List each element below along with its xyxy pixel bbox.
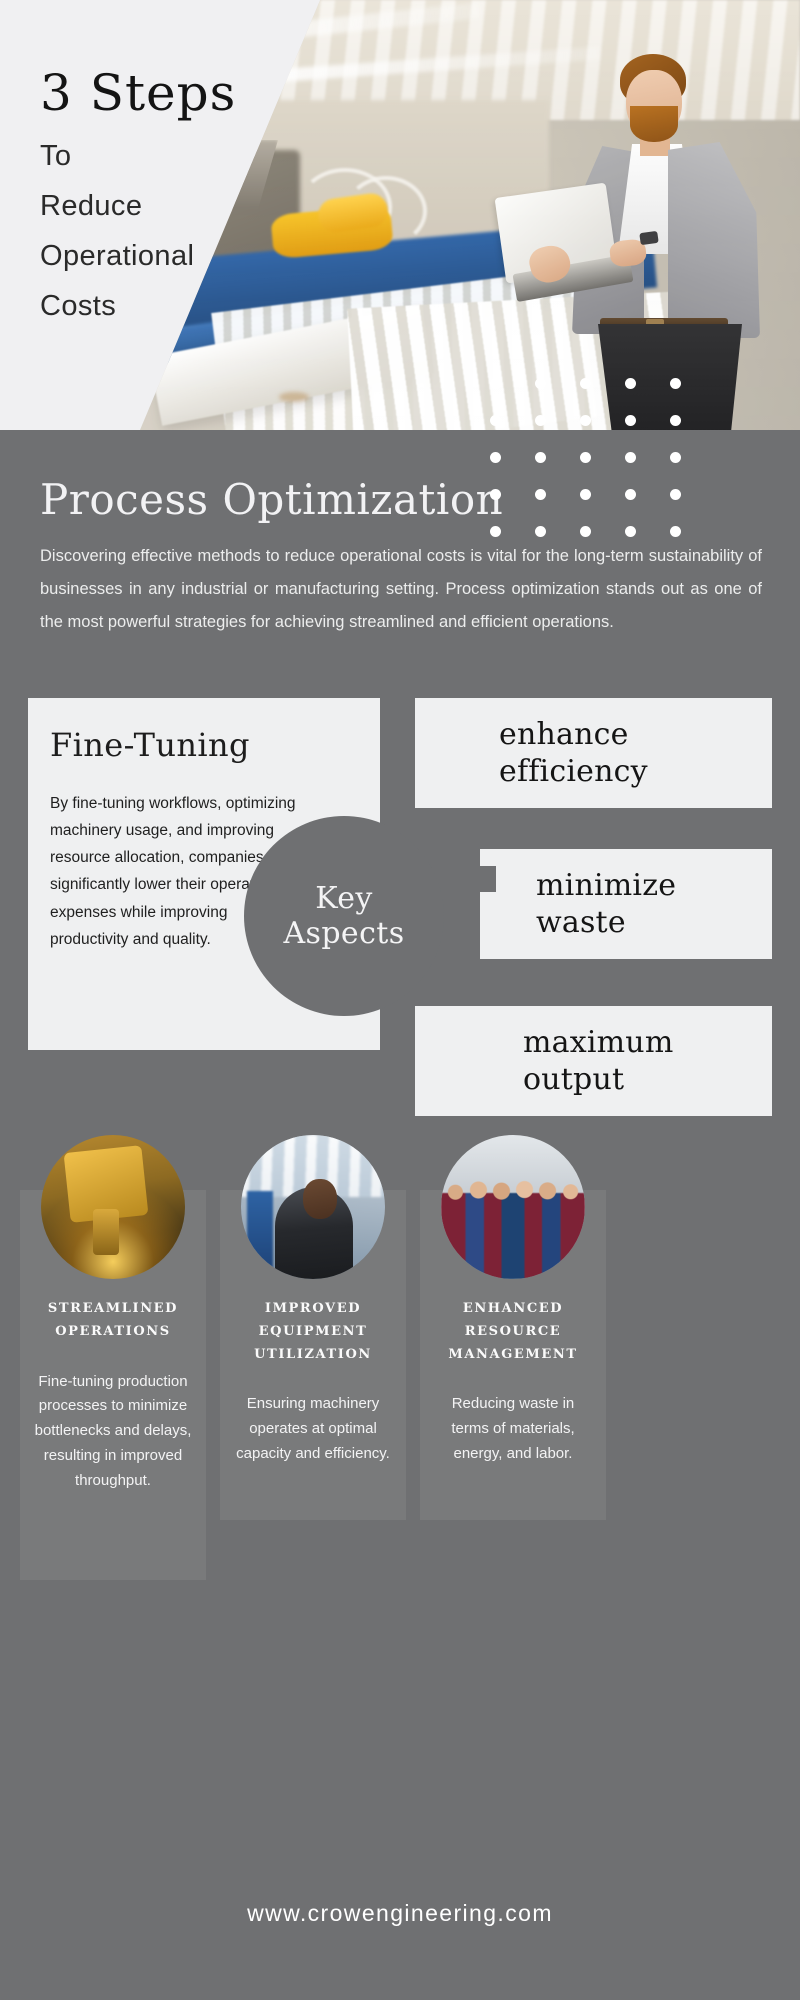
dot: [670, 378, 681, 389]
feature-title-line-2: RESOURCE: [464, 1323, 562, 1339]
dot: [670, 489, 681, 500]
dot: [670, 452, 681, 463]
feature-title: ENHANCED RESOURCE MANAGEMENT: [430, 1298, 596, 1366]
dot: [580, 378, 591, 389]
aspect-card-maximum-output: maximum output: [415, 1006, 772, 1116]
dot: [670, 526, 681, 537]
feature-card-improved-equipment-utilization: IMPROVED EQUIPMENT UTILIZATION Ensuring …: [220, 1135, 406, 1520]
dot: [490, 378, 501, 389]
main-content-section: Process Optimization Discovering effecti…: [0, 430, 800, 2000]
aspect-label: minimize waste: [480, 867, 676, 942]
feature-title: STREAMLINED OPERATIONS: [30, 1298, 196, 1344]
feature-title-line-1: STREAMLINED: [47, 1301, 179, 1316]
connector-vertical: [386, 638, 414, 848]
hero-subtitle: To Reduce Operational Costs: [40, 132, 300, 332]
footer-website-url[interactable]: www.crowengineering.com: [0, 1900, 800, 1927]
dot: [625, 415, 636, 426]
team-group-photo: [441, 1135, 585, 1279]
engineer-workshop-photo: [241, 1135, 385, 1279]
hero-title-block: 3 Steps To Reduce Operational Costs: [40, 68, 300, 332]
aspect-line-2: efficiency: [499, 754, 648, 789]
hero-subtitle-line-1: To: [40, 140, 72, 172]
dot: [535, 415, 546, 426]
key-aspects-circle: Key Aspects: [244, 816, 444, 1016]
workshop-person-head: [303, 1179, 337, 1219]
key-aspects-line-2: Aspects: [283, 916, 405, 951]
aspect-card-enhance-efficiency: enhance efficiency: [415, 698, 772, 808]
feature-title-line-3: UTILIZATION: [254, 1346, 372, 1362]
page-title: 3 Steps: [40, 64, 237, 122]
dot: [535, 378, 546, 389]
dot: [490, 452, 501, 463]
feature-title-line-2: EQUIPMENT: [258, 1323, 368, 1339]
decorative-dots-lower: [490, 452, 715, 563]
feature-title-line-3: MANAGEMENT: [448, 1346, 578, 1362]
feature-text: Fine-tuning production processes to mini…: [34, 1372, 192, 1489]
dot: [580, 526, 591, 537]
feature-title-line-2: OPERATIONS: [55, 1323, 171, 1339]
section-title: Process Optimization: [40, 475, 504, 524]
feature-cards-row: STREAMLINED OPERATIONS Fine-tuning produ…: [0, 1130, 800, 1910]
aspect-line-1: minimize: [536, 867, 677, 903]
laser-cutting-photo: [41, 1135, 185, 1279]
feature-text: Ensuring machinery operates at optimal c…: [236, 1395, 390, 1462]
hero-subtitle-line-4: Costs: [40, 289, 117, 322]
dot: [625, 378, 636, 389]
feature-text: Reducing waste in terms of materials, en…: [451, 1395, 575, 1462]
feature-card-enhanced-resource-management: ENHANCED RESOURCE MANAGEMENT Reducing wa…: [420, 1135, 606, 1520]
aspect-label: maximum output: [415, 1024, 673, 1099]
dot: [580, 415, 591, 426]
infographic-page: 3 Steps To Reduce Operational Costs Proc…: [0, 0, 800, 2000]
feature-title-line-1: IMPROVED: [264, 1301, 362, 1316]
feature-title-line-1: ENHANCED: [462, 1301, 564, 1316]
aspect-line-1: enhance: [499, 716, 629, 752]
dot: [580, 489, 591, 500]
dot: [490, 526, 501, 537]
dot: [535, 452, 546, 463]
hero-section: 3 Steps To Reduce Operational Costs: [0, 0, 800, 430]
hero-subtitle-line-2: Reduce: [40, 189, 143, 222]
aspect-card-minimize-waste: minimize waste: [480, 849, 772, 959]
aspect-line-2: output: [523, 1062, 625, 1097]
dot: [535, 526, 546, 537]
decorative-dots-upper: [490, 378, 715, 452]
dot: [580, 452, 591, 463]
aspect-label: enhance efficiency: [415, 716, 648, 791]
key-aspects-line-1: Key: [315, 880, 373, 916]
dot: [670, 415, 681, 426]
fine-tuning-title: Fine-Tuning: [50, 726, 250, 764]
dot: [535, 489, 546, 500]
dot: [625, 452, 636, 463]
dot: [625, 489, 636, 500]
dot: [625, 526, 636, 537]
aspect-line-2: waste: [536, 905, 626, 940]
feature-title: IMPROVED EQUIPMENT UTILIZATION: [230, 1298, 396, 1366]
aspect-line-1: maximum: [523, 1024, 674, 1060]
key-aspects-cluster: Fine-Tuning By fine-tuning workflows, op…: [0, 638, 800, 1116]
workshop-blue-machine: [247, 1191, 273, 1279]
dot: [490, 415, 501, 426]
hero-subtitle-line-3: Operational: [40, 239, 195, 272]
feature-card-streamlined-operations: STREAMLINED OPERATIONS Fine-tuning produ…: [20, 1135, 206, 1580]
dot: [490, 489, 501, 500]
